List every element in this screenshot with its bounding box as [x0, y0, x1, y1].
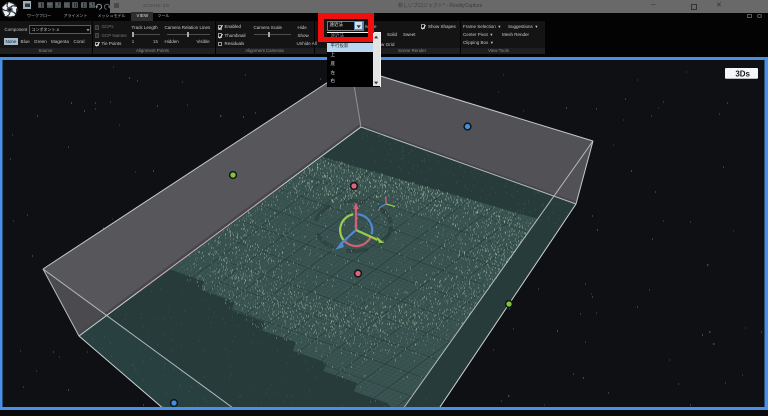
svg-text:3Ds: 3Ds [735, 70, 750, 79]
